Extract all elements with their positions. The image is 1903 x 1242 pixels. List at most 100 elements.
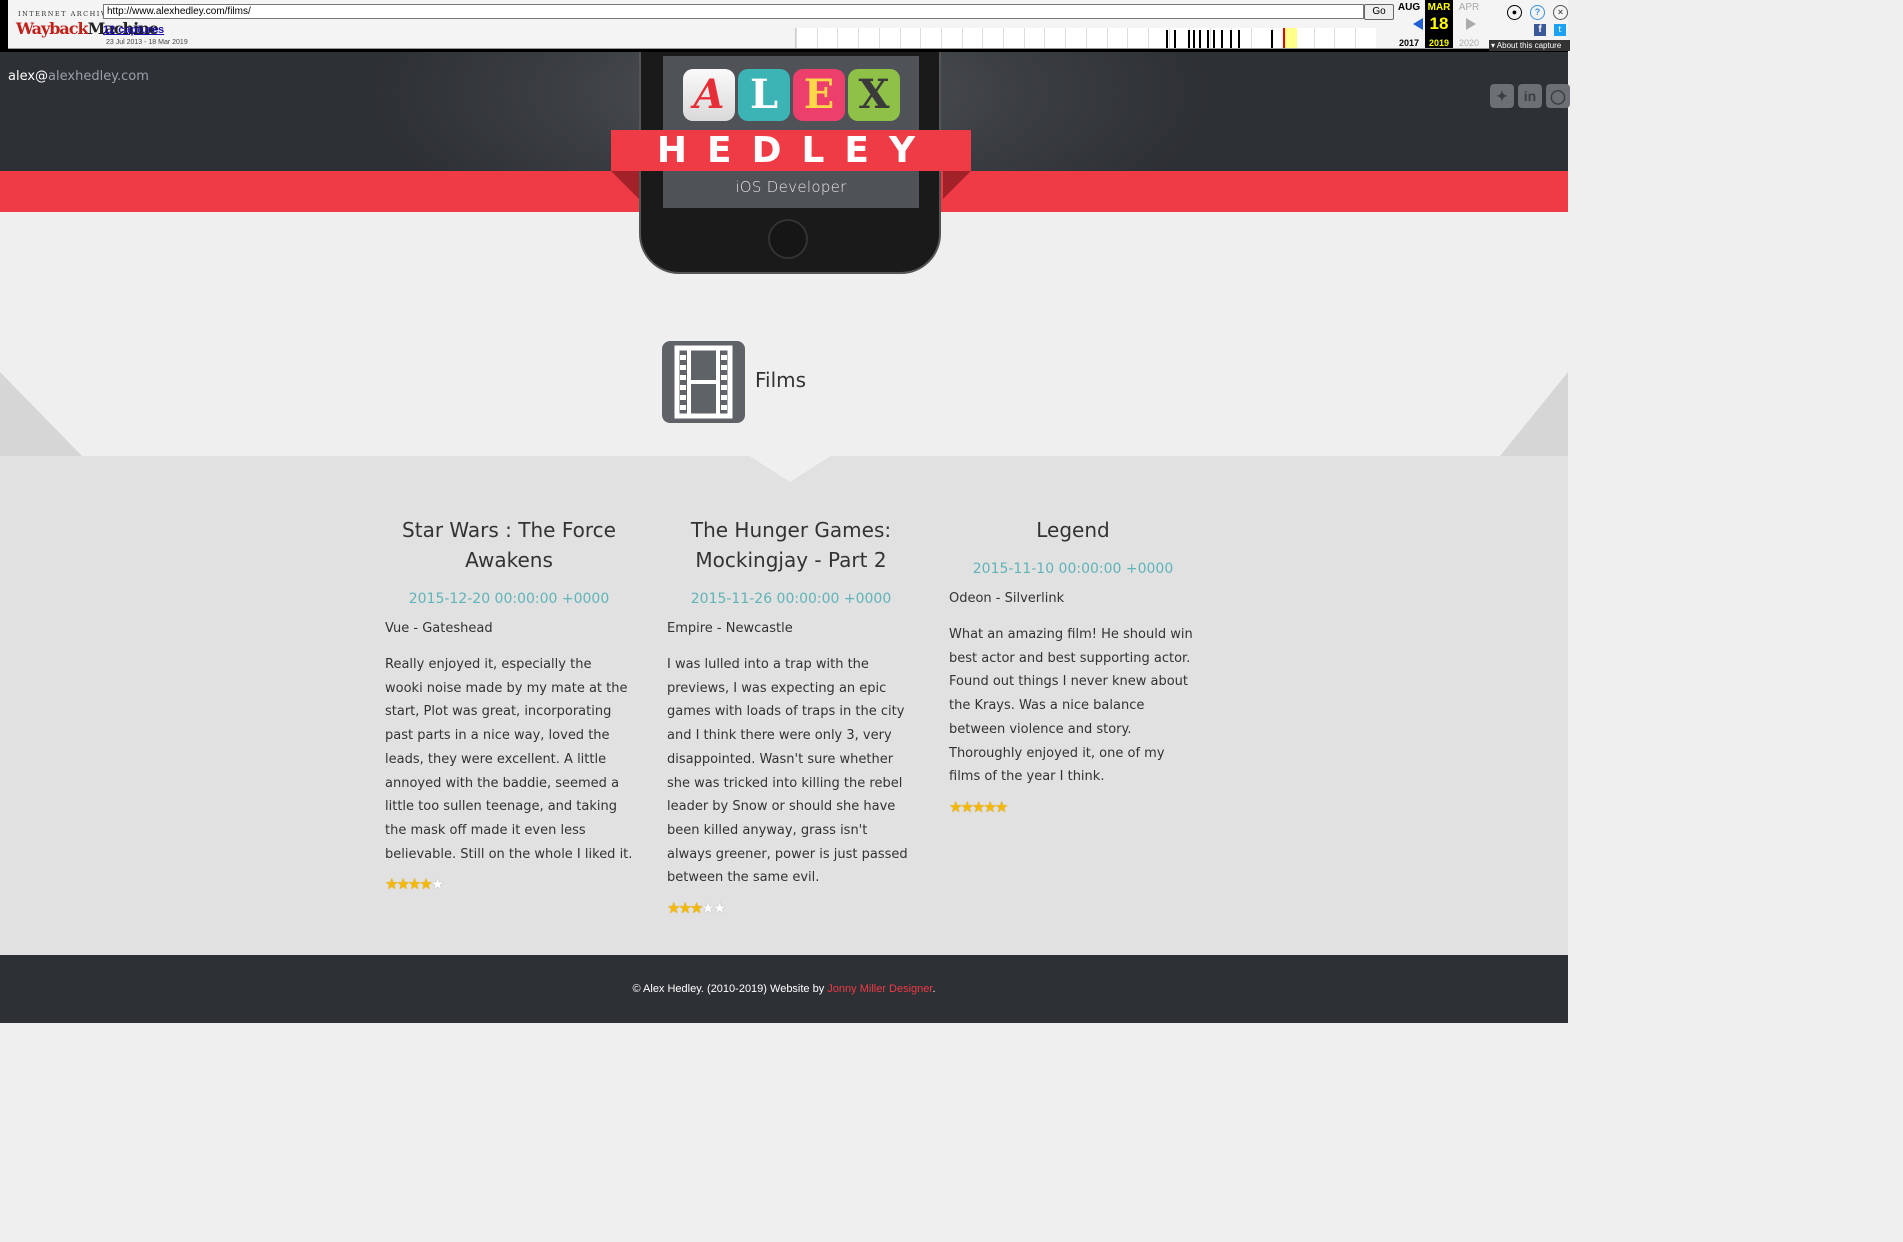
wayback-cur-month: MAR (1427, 2, 1451, 13)
email-link[interactable]: alex@alexhedley.com (8, 69, 149, 84)
sparkline-grid (816, 28, 818, 48)
sparkline-grid (899, 28, 901, 48)
sparkline-grid (982, 28, 984, 48)
sparkline-grid (837, 28, 839, 48)
sparkline-capture[interactable] (1238, 30, 1240, 48)
sparkline-current-year (1283, 28, 1297, 48)
film-title[interactable]: Star Wars : The Force Awakens (385, 515, 633, 575)
logo-tile-x: X (848, 69, 900, 121)
sparkline-capture[interactable] (1271, 30, 1273, 48)
film-venue: Empire - Newcastle (667, 621, 793, 636)
sparkline-grid (1106, 28, 1108, 48)
sparkline-grid (1127, 28, 1129, 48)
wayback-next-arrow-icon (1466, 18, 1476, 30)
star-filled-icon: ★ (994, 797, 1009, 816)
sparkline-current-capture (1283, 28, 1285, 48)
star-empty-icon: ★ (712, 899, 727, 918)
logo-tile-a: A (683, 69, 735, 121)
social-links: ✦ in ◯ (1490, 84, 1570, 110)
linkedin-icon[interactable]: in (1518, 84, 1542, 108)
sparkline-grid (1044, 28, 1046, 48)
about-capture-button[interactable]: ▾ About this capture (1489, 40, 1570, 51)
logo-tile-l: L (738, 69, 790, 121)
sparkline-grid (1147, 28, 1149, 48)
sparkline-grid (1168, 28, 1170, 48)
sparkline-grid (1023, 28, 1025, 48)
github-icon[interactable]: ◯ (1546, 84, 1570, 108)
wayback-cur-year: 2019 (1428, 38, 1450, 48)
sparkline-grid (1210, 28, 1211, 48)
sparkline-grid (1251, 28, 1253, 48)
sparkline-grid (1003, 28, 1004, 48)
film-review: What an amazing film! He should win best… (949, 627, 1193, 785)
wayback-next-month: APR (1458, 2, 1480, 13)
film-venue: Odeon - Silverlink (949, 591, 1065, 606)
wayback-cur-day: 18 (1429, 14, 1449, 33)
sparkline-capture[interactable] (1193, 30, 1195, 48)
sparkline-capture[interactable] (1188, 30, 1190, 48)
wayback-logo-top: INTERNET ARCHIVE (18, 10, 114, 18)
star-empty-icon: ★ (430, 875, 445, 894)
sparkline-grid (1085, 28, 1087, 48)
sparkline-grid (961, 28, 963, 48)
site-subtitle: iOS Developer (735, 178, 847, 196)
facebook-icon[interactable]: f (1534, 24, 1546, 36)
film-date: 2015-12-20 00:00:00 +0000 (408, 591, 610, 607)
wayback-captures-link[interactable]: 12 captures (103, 24, 164, 36)
sparkline-grid (1313, 28, 1315, 48)
logo-tile-e: E (793, 69, 845, 121)
film-review: Really enjoyed it, especially the wooki … (385, 657, 633, 862)
film-date: 2015-11-26 00:00:00 +0000 (690, 591, 892, 607)
wayback-prev-arrow-icon[interactable] (1413, 18, 1423, 30)
sparkline-capture[interactable] (1230, 30, 1232, 48)
wayback-toolbar: INTERNET ARCHIVE WaybackMachine http://w… (0, 0, 1570, 52)
sparkline-grid (1065, 28, 1067, 48)
sparkline-capture[interactable] (1166, 30, 1168, 48)
film-title[interactable]: The Hunger Games: Mockingjay - Part 2 (667, 515, 915, 575)
wayback-date-range: 23 Jul 2013 - 18 Mar 2019 (106, 39, 188, 46)
phone-home-button (768, 219, 808, 259)
page-title: Films (755, 368, 807, 392)
sparkline-capture[interactable] (1199, 30, 1201, 48)
film-strip-icon (662, 341, 745, 423)
wayback-prev-month[interactable]: AUG (1395, 2, 1423, 13)
sparkline-grid (1334, 28, 1336, 48)
film-title[interactable]: Legend (949, 515, 1197, 545)
star-rating: ★★★★★ (949, 797, 1197, 815)
help-icon[interactable]: ? (1530, 5, 1545, 20)
user-icon[interactable]: ● (1507, 5, 1522, 20)
film-card: The Hunger Games: Mockingjay - Part 2 20… (667, 515, 915, 916)
ribbon-fold-right (943, 171, 971, 199)
close-icon[interactable]: × (1553, 5, 1568, 20)
sparkline-grid (920, 28, 922, 48)
film-review: I was lulled into a trap with the previe… (667, 657, 908, 886)
sparkline-grid (796, 28, 797, 48)
footer-designer-link[interactable]: Jonny Miller Designer (827, 983, 932, 995)
wayback-logo[interactable]: INTERNET ARCHIVE WaybackMachine (16, 6, 159, 42)
sparkline-grid (878, 28, 880, 48)
wayback-next-year: 2020 (1458, 38, 1480, 48)
logo-icon[interactable]: ✦ (1490, 84, 1514, 108)
film-card: Legend 2015-11-10 00:00:00 +0000 Odeon -… (949, 515, 1197, 815)
sparkline-grid (858, 28, 860, 48)
film-venue: Vue - Gateshead (385, 621, 493, 636)
section-notch (748, 455, 832, 482)
wayback-go-button[interactable]: Go (1364, 4, 1394, 20)
wayback-url-input[interactable]: http://www.alexhedley.com/films/ (103, 4, 1364, 19)
sparkline-capture[interactable] (1221, 30, 1223, 48)
twitter-icon[interactable]: t (1554, 24, 1566, 36)
sparkline-capture[interactable] (1213, 30, 1215, 48)
film-card: Star Wars : The Force Awakens 2015-12-20… (385, 515, 633, 892)
site-name-ribbon[interactable]: HEDLEY (611, 130, 971, 171)
sparkline-grid (1354, 28, 1356, 48)
wayback-prev-year[interactable]: 2017 (1395, 38, 1423, 48)
ribbon-fold-left (611, 171, 639, 199)
footer-text: © Alex Hedley. (2010-2019) Website by Jo… (632, 983, 936, 995)
sparkline-grid (940, 28, 942, 48)
sparkline-capture[interactable] (1174, 30, 1176, 48)
star-rating: ★★★★★ (385, 874, 633, 892)
film-date: 2015-11-10 00:00:00 +0000 (972, 561, 1174, 577)
sparkline-capture[interactable] (1207, 30, 1209, 48)
star-rating: ★★★★★ (667, 898, 915, 916)
wayback-sparkline[interactable] (795, 28, 1376, 48)
